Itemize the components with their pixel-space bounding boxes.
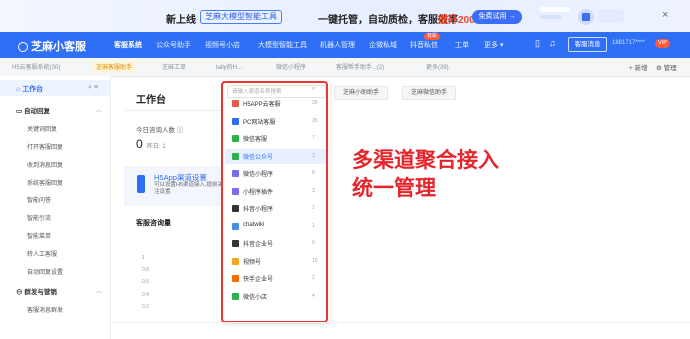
nav-item-robot[interactable]: 机器人管理 — [320, 40, 355, 50]
sidebar-item[interactable]: 系统客服回复 — [27, 178, 63, 187]
app-name: 芝麻小客服 — [31, 41, 86, 53]
yesterday-value: 昨日: 1 — [147, 144, 166, 150]
sidebar-item[interactable]: 智能引流 — [27, 213, 51, 222]
free-trial-button[interactable]: 免费试用 → — [472, 10, 522, 24]
close-icon[interactable]: × — [662, 9, 668, 21]
chevron-up-icon[interactable]: ︿ — [96, 105, 102, 114]
sidebar-group-marketing[interactable]: ⊖ 群发与营销 — [16, 286, 57, 296]
sidebar-item[interactable]: 智能问答 — [27, 195, 51, 204]
bell-icon[interactable]: ♫ — [549, 38, 556, 48]
subtab-assistant[interactable]: 芝麻小助助手 — [334, 86, 389, 100]
y-tick: 1 — [142, 255, 145, 261]
sidebar-search-icon[interactable]: ⌕ ≡ — [88, 84, 98, 92]
sidebar — [0, 76, 111, 339]
user-phone[interactable]: 1881717**** — [612, 40, 645, 46]
nav-item-mp[interactable]: 公众号助手 — [156, 40, 191, 50]
phone-icon — [137, 175, 145, 193]
annotation-line-2: 统一管理 — [352, 175, 436, 200]
promo-tag[interactable]: 芝麻大模型智能工具 — [200, 10, 282, 24]
annotation-line-1: 多渠道聚合接入 — [352, 147, 499, 172]
nav-item-douyin[interactable]: 抖音私信 — [410, 40, 438, 50]
tab-miniprogram[interactable]: 微信小程序 — [276, 62, 306, 71]
tab-h5[interactable]: H5云客服系统(30) — [12, 62, 60, 71]
today-consult-value: 0 — [136, 137, 143, 151]
chart-title: 客服咨询量 — [136, 220, 171, 227]
sidebar-item-workbench[interactable]: ⌂ 工作台 — [16, 84, 43, 94]
app-logo[interactable]: 芝麻小客服 — [18, 38, 86, 54]
promo-feature: 一键托管，自动质检，客服效率 — [318, 15, 458, 26]
logo-icon — [18, 42, 28, 52]
y-tick: 0.2 — [142, 304, 149, 310]
tab-more[interactable]: 更多(39) — [426, 62, 449, 71]
sidebar-item[interactable]: 智能菜单 — [27, 231, 51, 240]
sidebar-item[interactable]: 关键词回复 — [27, 124, 57, 133]
y-tick: 0.4 — [142, 292, 149, 298]
tab-tally[interactable]: tally的H... — [216, 62, 242, 71]
nav-item-service[interactable]: 客服系统 — [114, 40, 142, 50]
divider — [110, 322, 690, 323]
y-tick: 0.8 — [142, 267, 149, 273]
tab-helper[interactable]: 客服帮手助手...(2) — [336, 62, 384, 71]
service-message-button[interactable]: 客服消息 — [568, 37, 607, 52]
sidebar-item[interactable]: 打开客服回复 — [27, 142, 63, 151]
nav-item-shop[interactable]: 视频号小店 — [205, 40, 240, 50]
today-consult-label: 今日咨询人数 ⓘ — [136, 127, 184, 134]
sidebar-item[interactable]: 收到消息回复 — [27, 160, 63, 169]
sidebar-item[interactable]: 转人工客服 — [27, 249, 57, 258]
subtab-wechat[interactable]: 芝麻微信助手 — [402, 86, 457, 100]
annotation-text: 多渠道聚合接入 统一管理 — [352, 146, 499, 202]
tab-ticket[interactable]: 芝麻工单 — [162, 62, 186, 71]
highlight-box — [221, 81, 328, 323]
nav-item-more[interactable]: 更多 ▾ — [484, 40, 503, 50]
promo-title: 新上线 — [166, 15, 196, 26]
nav-item-ticket[interactable]: 工单 — [455, 40, 469, 50]
chevron-up-icon[interactable]: ︿ — [96, 286, 102, 295]
vip-badge: VIP — [655, 39, 670, 48]
card-description: 可以设置H5渠道接入,提前关注设置 — [154, 182, 224, 195]
nav-item-wecom[interactable]: 企微私域 — [369, 40, 397, 50]
divider — [124, 110, 224, 111]
new-badge: 有新 — [424, 33, 441, 40]
sidebar-item[interactable]: 客服消息群发 — [27, 305, 63, 314]
sidebar-group-autoreply[interactable]: ▭ 自动回复 — [16, 105, 50, 115]
phone-icon[interactable]: ▯ — [535, 38, 540, 49]
y-tick: 0.6 — [142, 279, 149, 285]
manage-tab-button[interactable]: ⚙ 管理 — [656, 62, 677, 72]
promo-illustration — [540, 7, 624, 25]
nav-item-ai[interactable]: 大模型智能工具 — [258, 40, 307, 50]
tab-assistant[interactable]: 芝麻客服助手 — [92, 61, 137, 72]
add-tab-button[interactable]: + 新增 — [629, 62, 648, 72]
page-title: 工作台 — [136, 95, 166, 106]
sidebar-item[interactable]: 自动回复设置 — [27, 267, 63, 276]
